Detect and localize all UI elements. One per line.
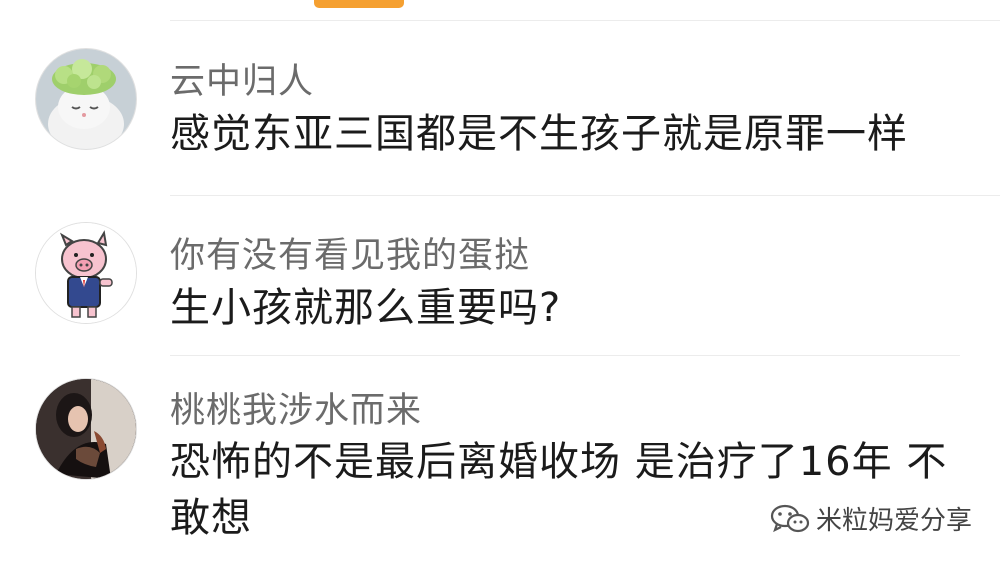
divider: [170, 20, 1000, 21]
comment-username[interactable]: 云中归人: [170, 53, 314, 104]
comment-text: 生小孩就那么重要吗?: [170, 285, 562, 331]
watermark: 米粒妈爱分享: [770, 500, 972, 537]
avatar[interactable]: [35, 48, 137, 150]
wechat-icon: [770, 504, 810, 532]
cat-with-lettuce-hat-icon: [36, 49, 136, 149]
active-tab-indicator: [314, 0, 404, 8]
divider: [170, 195, 1000, 196]
comment-username[interactable]: 你有没有看见我的蛋挞: [170, 227, 530, 278]
woman-photo-icon: [36, 379, 136, 479]
pig-in-suit-icon: [36, 223, 136, 323]
divider: [170, 355, 960, 356]
comment-username[interactable]: 桃桃我涉水而来: [170, 382, 422, 433]
avatar[interactable]: [35, 222, 137, 324]
avatar[interactable]: [35, 378, 137, 480]
watermark-label: 米粒妈爱分享: [815, 506, 972, 536]
comment-text: 感觉东亚三国都是不生孩子就是原罪一样: [170, 111, 908, 157]
